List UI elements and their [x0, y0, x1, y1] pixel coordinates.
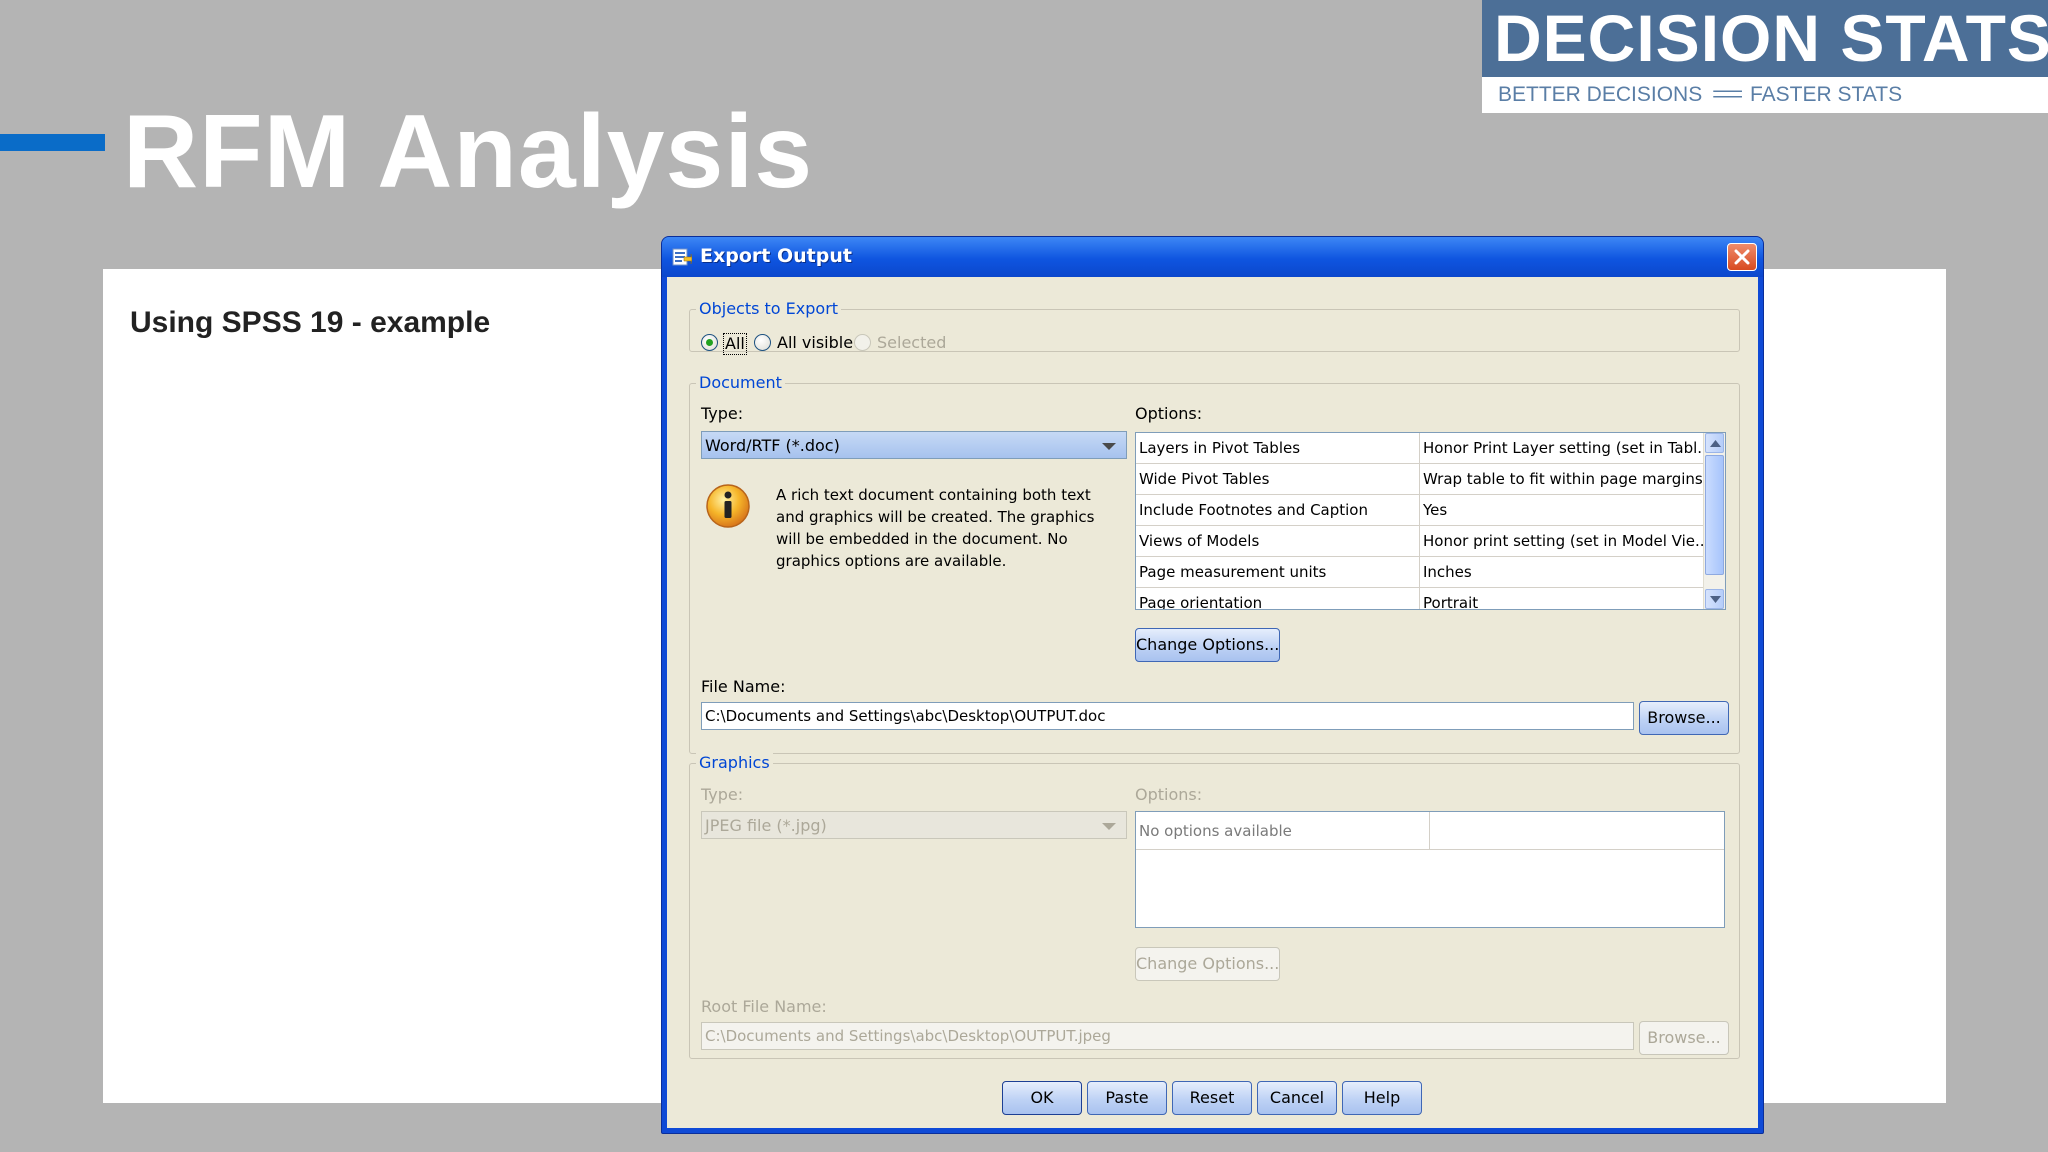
app-icon [672, 248, 692, 266]
document-type-label: Type: [701, 404, 744, 423]
options-scrollbar[interactable] [1703, 433, 1725, 609]
radio-all[interactable] [701, 334, 718, 351]
option-value-cell: Portrait [1423, 594, 1479, 610]
close-icon [1734, 249, 1750, 265]
radio-selected[interactable] [854, 334, 871, 351]
option-name-cell: Wide Pivot Tables [1136, 464, 1420, 495]
graphics-type-dropdown[interactable]: JPEG file (*.jpg) [701, 811, 1127, 839]
option-name-cell: Page measurement units [1136, 557, 1420, 588]
title-accent-bar [0, 134, 105, 151]
scroll-down-button[interactable] [1705, 589, 1724, 609]
option-value-cell: Honor print setting (set in Model Vie... [1423, 532, 1704, 550]
logo-separator: === [1712, 83, 1743, 106]
document-options-grid[interactable]: Layers in Pivot Tables Honor Print Layer… [1135, 432, 1726, 610]
graphics-options-grid[interactable]: No options available [1135, 811, 1725, 928]
root-file-name-value: C:\Documents and Settings\abc\Desktop\OU… [705, 1027, 1111, 1045]
help-button[interactable]: Help [1342, 1081, 1422, 1115]
document-browse-button[interactable]: Browse... [1639, 701, 1729, 735]
cancel-button[interactable]: Cancel [1257, 1081, 1337, 1115]
dropdown-arrow-icon [1102, 443, 1116, 450]
graphics-change-options-button[interactable]: Change Options... [1135, 947, 1280, 981]
root-file-name-label: Root File Name: [701, 997, 827, 1016]
slide-title: RFM Analysis [123, 94, 814, 210]
option-value-cell: Wrap table to fit within page margins [1423, 470, 1703, 488]
paste-button[interactable]: Paste [1087, 1081, 1167, 1115]
radio-selected-label[interactable]: Selected [877, 333, 946, 353]
radio-all-label[interactable]: All [723, 333, 747, 355]
document-legend: Document [696, 373, 785, 393]
objects-to-export-legend: Objects to Export [696, 299, 842, 319]
file-name-label: File Name: [701, 677, 786, 696]
option-value-cell: Inches [1423, 563, 1472, 581]
table-row[interactable]: Views of Models Honor print setting (set… [1136, 526, 1704, 557]
dialog-title: Export Output [700, 245, 852, 267]
graphics-type-value: JPEG file (*.jpg) [705, 816, 827, 835]
option-name-cell: No options available [1136, 812, 1430, 850]
table-row[interactable]: Layers in Pivot Tables Honor Print Layer… [1136, 433, 1704, 464]
scroll-up-icon [1710, 440, 1721, 447]
info-icon [706, 484, 750, 528]
option-name-cell: Views of Models [1136, 526, 1420, 557]
option-name-cell: Include Footnotes and Caption [1136, 495, 1420, 526]
document-type-value: Word/RTF (*.doc) [705, 436, 840, 455]
document-change-options-button[interactable]: Change Options... [1135, 628, 1280, 662]
document-info-text: A rich text document containing both tex… [776, 486, 1095, 570]
graphics-browse-button[interactable]: Browse... [1639, 1021, 1729, 1055]
logo-left-tag: BETTER DECISIONS [1498, 83, 1703, 106]
export-output-dialog: Export Output Objects to Export All All … [661, 236, 1764, 1134]
graphics-options-label: Options: [1135, 785, 1203, 804]
root-file-name-input[interactable]: C:\Documents and Settings\abc\Desktop\OU… [701, 1022, 1634, 1050]
option-value-cell: Yes [1423, 501, 1448, 519]
graphics-legend: Graphics [696, 753, 773, 773]
scroll-up-button[interactable] [1705, 433, 1724, 453]
dialog-titlebar[interactable]: Export Output [662, 237, 1763, 277]
logo-tagline: BETTER DECISIONS === FASTER STATS [1482, 77, 2048, 113]
ok-button[interactable]: OK [1002, 1081, 1082, 1115]
option-value-cell [1430, 812, 1724, 850]
radio-all-visible[interactable] [754, 334, 771, 351]
table-row[interactable]: Page measurement units Inches [1136, 557, 1704, 588]
decision-stats-logo: DECISION STATS BETTER DECISIONS === FASTER… [1482, 0, 2048, 113]
option-name-cell: Page orientation [1136, 588, 1420, 609]
table-row[interactable]: Include Footnotes and Caption Yes [1136, 495, 1704, 526]
graphics-type-label: Type: [701, 785, 744, 804]
radio-all-visible-label[interactable]: All visible [777, 333, 853, 353]
scroll-down-icon [1710, 596, 1721, 603]
dropdown-arrow-icon [1102, 823, 1116, 830]
dialog-client-area: Objects to Export All All visible Select… [667, 277, 1758, 1128]
file-name-value: C:\Documents and Settings\abc\Desktop\OU… [705, 707, 1106, 725]
table-row[interactable]: Wide Pivot Tables Wrap table to fit with… [1136, 464, 1704, 495]
file-name-input[interactable]: C:\Documents and Settings\abc\Desktop\OU… [701, 702, 1634, 730]
option-name-cell: Layers in Pivot Tables [1136, 433, 1420, 464]
logo-main-text: DECISION STATS [1482, 0, 2048, 77]
scroll-thumb[interactable] [1705, 455, 1724, 575]
reset-button[interactable]: Reset [1172, 1081, 1252, 1115]
table-row: No options available [1136, 812, 1724, 850]
slide-subtitle: Using SPSS 19 - example [130, 306, 491, 339]
table-row[interactable]: Page orientation Portrait [1136, 588, 1704, 610]
close-button[interactable] [1727, 243, 1757, 271]
logo-right-tag: FASTER STATS [1750, 83, 1903, 106]
document-options-label: Options: [1135, 404, 1203, 423]
document-type-dropdown[interactable]: Word/RTF (*.doc) [701, 431, 1127, 459]
option-value-cell: Honor Print Layer setting (set in Tabl..… [1423, 439, 1704, 457]
